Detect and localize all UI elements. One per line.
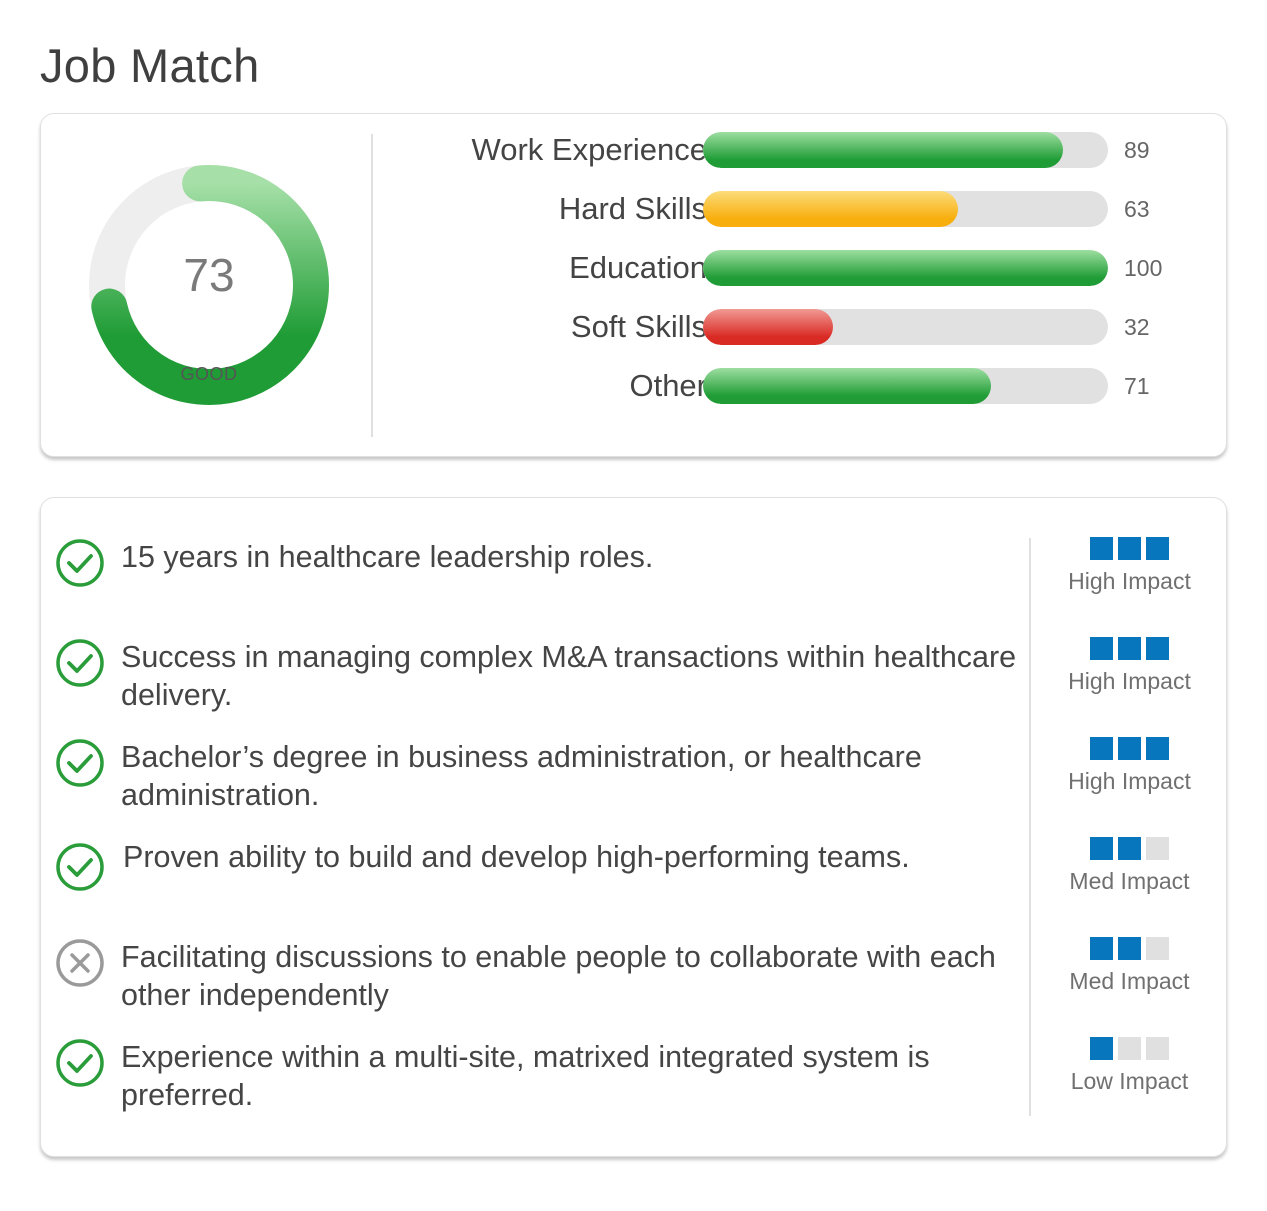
impact-level-block	[1090, 537, 1113, 560]
check-circle-icon	[55, 842, 105, 892]
requirement-text: Experience within a multi-site, matrixed…	[121, 1040, 930, 1112]
overall-score-rating: GOOD	[180, 364, 238, 384]
impact-level-block	[1090, 837, 1113, 860]
category-row: Work Experience 89	[381, 132, 1201, 168]
check-circle-icon	[55, 738, 105, 788]
category-bar-track	[703, 132, 1108, 168]
x-circle-icon	[55, 938, 105, 988]
category-bar-fill	[703, 250, 1108, 286]
requirement-text: Proven ability to build and develop high…	[123, 840, 910, 874]
impact-level-meter	[1062, 937, 1197, 960]
category-value: 71	[1124, 373, 1150, 399]
impact-level-block	[1146, 837, 1169, 860]
impact-label: High Impact	[1068, 568, 1191, 594]
impact-level-block	[1118, 537, 1141, 560]
impact-level-block	[1090, 1037, 1113, 1060]
impact-level-block	[1146, 1037, 1169, 1060]
vertical-divider	[371, 134, 373, 437]
requirement-text: Bachelor’s degree in business administra…	[121, 740, 922, 812]
impact-level-meter	[1062, 1037, 1197, 1060]
impact-level-block	[1090, 637, 1113, 660]
impact-level-block	[1146, 737, 1169, 760]
category-row: Education 100	[381, 250, 1201, 286]
category-value: 89	[1124, 137, 1150, 163]
category-label: Other	[629, 368, 707, 403]
overall-score-value: 73	[183, 249, 235, 301]
category-value: 32	[1124, 314, 1150, 340]
vertical-divider	[1029, 538, 1031, 1116]
category-label: Soft Skills	[570, 309, 707, 344]
check-circle-icon	[55, 1038, 105, 1088]
category-bar-fill	[703, 132, 1064, 168]
category-bar-fill	[703, 191, 959, 227]
impact-level-meter	[1062, 537, 1197, 560]
category-label: Work Experience	[471, 132, 707, 167]
requirement-text: 15 years in healthcare leadership roles.	[121, 540, 654, 574]
impact-label: Med Impact	[1069, 968, 1190, 994]
category-bar-track	[703, 309, 1108, 345]
page-title: Job Match	[40, 39, 260, 92]
category-bar-fill	[703, 309, 833, 345]
category-value: 100	[1124, 255, 1163, 281]
overall-score-gauge: 73 GOOD	[88, 164, 330, 406]
impact-level-block	[1118, 937, 1141, 960]
impact-level-block	[1146, 537, 1169, 560]
impact-indicator: Med Impact	[1062, 837, 1197, 895]
category-row: Soft Skills 32	[381, 309, 1201, 345]
impact-indicator: High Impact	[1062, 737, 1197, 795]
category-label: Education	[569, 250, 707, 285]
check-circle-icon	[55, 638, 105, 688]
impact-level-block	[1118, 837, 1141, 860]
impact-level-block	[1090, 937, 1113, 960]
category-label: Hard Skills	[558, 191, 707, 226]
category-bar-track	[703, 250, 1108, 286]
impact-level-block	[1146, 637, 1169, 660]
impact-level-meter	[1062, 737, 1197, 760]
impact-level-block	[1146, 937, 1169, 960]
impact-label: High Impact	[1068, 768, 1191, 794]
requirement-text: Facilitating discussions to enable peopl…	[121, 940, 996, 1012]
category-row: Hard Skills 63	[381, 191, 1201, 227]
impact-indicator: Med Impact	[1062, 937, 1197, 995]
category-bar-track	[703, 368, 1108, 404]
requirements-card: 15 years in healthcare leadership roles.…	[40, 497, 1227, 1157]
check-circle-icon	[55, 538, 105, 588]
score-summary-card: 73 GOOD Work Experience 89 Hard Skills 63 Ed…	[40, 113, 1227, 457]
impact-level-block	[1118, 1037, 1141, 1060]
impact-indicator: Low Impact	[1062, 1037, 1197, 1095]
requirement-text: Success in managing complex M&A transact…	[121, 640, 1017, 712]
impact-label: Low Impact	[1070, 1068, 1189, 1094]
impact-level-meter	[1062, 637, 1197, 660]
category-value: 63	[1124, 196, 1150, 222]
impact-indicator: High Impact	[1062, 637, 1197, 695]
category-bar-track	[703, 191, 1108, 227]
impact-level-meter	[1062, 837, 1197, 860]
impact-level-block	[1118, 737, 1141, 760]
impact-indicator: High Impact	[1062, 537, 1197, 595]
impact-label: Med Impact	[1069, 868, 1190, 894]
impact-label: High Impact	[1068, 668, 1191, 694]
category-bar-fill	[703, 368, 991, 404]
impact-level-block	[1090, 737, 1113, 760]
category-row: Other 71	[381, 368, 1201, 404]
impact-level-block	[1118, 637, 1141, 660]
